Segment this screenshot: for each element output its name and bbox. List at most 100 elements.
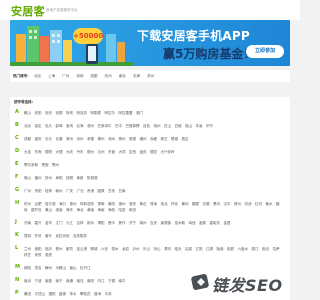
hot-city-link[interactable]: 深圳 [76,74,83,78]
city-link[interactable]: 大庆 [66,150,73,154]
city-link[interactable]: 合肥 [35,202,42,206]
city-link[interactable]: 楚雄 [171,137,178,141]
city-link[interactable]: 喀什 [45,234,52,238]
city-link[interactable]: 九江 [66,221,73,225]
city-link[interactable]: 安阳 [35,111,42,115]
app-download-banner[interactable]: +50000 下载安居客手机APP 赢5万购房基金！ 立即参加 [10,20,290,66]
city-link[interactable]: 贵港 [87,189,94,193]
hot-city-link[interactable]: 成都 [91,74,98,78]
city-link[interactable]: 安庆 [45,111,52,115]
city-link[interactable]: 开封 [35,234,42,238]
city-link[interactable]: 抚州 [45,176,52,180]
city-link[interactable]: 贺州 [234,202,241,206]
city-link[interactable]: 攀枝花 [80,292,91,296]
city-link[interactable]: 呼和浩特 [80,202,94,206]
city-link[interactable]: 郴州 [98,137,105,141]
city-link[interactable]: 阿克苏 [77,111,88,115]
city-link[interactable]: 金昌 [224,221,231,225]
hot-city-link[interactable]: 广州 [62,74,69,78]
city-link[interactable]: 广安 [66,189,73,193]
city-link[interactable]: 南昌 [45,279,52,283]
city-link[interactable]: 巴音郭楞 [126,124,140,128]
city-link[interactable]: 南充 [77,279,84,283]
city-link[interactable]: 怀化 [171,202,178,206]
city-link[interactable]: 黑河 [213,202,220,206]
city-link[interactable]: 丽水 [112,247,119,251]
city-link[interactable]: 白城 [175,124,182,128]
city-link[interactable]: 盘锦 [59,292,66,296]
city-link[interactable]: 长春 [56,137,63,141]
city-link[interactable]: 景德镇 [161,221,172,225]
city-link[interactable]: 本溪 [196,124,203,128]
city-link[interactable]: 梅州 [45,266,52,270]
city-link[interactable]: 兰州 [24,247,31,251]
city-link[interactable]: 福州 [35,176,42,180]
city-link[interactable]: 眉山 [70,266,77,270]
city-link[interactable]: 蚌埠 [56,124,63,128]
city-link[interactable]: 六安 [101,247,108,251]
city-link[interactable]: 乐山 [143,247,150,251]
city-link[interactable]: 北京 [24,124,31,128]
city-link[interactable]: 阿勒泰 [91,111,102,115]
city-link[interactable]: 临沂 [45,247,52,251]
city-link[interactable]: 廊坊 [66,247,73,251]
city-link[interactable]: 安顺 [56,111,63,115]
hot-city-link[interactable]: 南京 [119,74,126,78]
city-link[interactable]: 马鞍山 [56,266,67,270]
city-link[interactable]: 常德 [129,137,136,141]
city-link[interactable]: 宝鸡 [66,124,73,128]
city-link[interactable]: 海北 [77,208,84,212]
city-link[interactable]: 河池 [245,202,252,206]
city-link[interactable]: 红河 [255,202,262,206]
city-link[interactable]: 临汾 [175,247,182,251]
city-link[interactable]: 定西 [129,150,136,154]
city-link[interactable]: 娄底 [45,253,52,257]
city-link[interactable]: 黄冈 [182,202,189,206]
city-link[interactable]: 抚顺 [66,176,73,180]
city-link[interactable]: 南宁 [56,279,63,283]
city-link[interactable]: 常州 [66,137,73,141]
city-link[interactable]: 平凉 [105,292,112,296]
city-link[interactable]: 南京 [24,279,31,283]
city-link[interactable]: 鄂尔多斯 [24,163,38,167]
city-link[interactable]: 亳州 [154,124,161,128]
city-link[interactable]: 惠州 [70,202,77,206]
city-link[interactable]: 大理 [56,150,63,154]
city-link[interactable]: 海南 [98,208,105,212]
city-link[interactable]: 河源 [203,202,210,206]
city-link[interactable]: 崇左 [161,137,168,141]
city-link[interactable]: 宁德 [108,279,115,283]
city-link[interactable]: 牡丹江 [80,266,91,270]
city-link[interactable]: 洛阳 [35,247,42,251]
city-link[interactable]: 承德 [87,137,94,141]
city-link[interactable]: 佳木斯 [175,221,186,225]
city-link[interactable]: 漯河 [164,247,171,251]
city-link[interactable]: 赣州 [56,189,63,193]
city-link[interactable]: 江门 [56,221,63,225]
city-link[interactable]: 杭州 [24,202,31,206]
city-link[interactable]: 酒泉 [199,221,206,225]
city-link[interactable]: 德宏 [150,150,157,154]
city-link[interactable]: 固原 [98,189,105,193]
site-logo[interactable]: 安居客 [11,3,45,19]
city-link[interactable]: 黄山 [45,208,52,212]
city-link[interactable]: 巴中 [115,124,122,128]
city-link[interactable]: 锦州 [140,221,147,225]
city-link[interactable]: 来宾 [35,253,42,257]
city-link[interactable]: 潮州 [140,137,147,141]
city-link[interactable]: 保山 [185,124,192,128]
city-link[interactable]: 南平 [119,279,126,283]
city-link[interactable]: 宁波 [35,279,42,283]
city-link[interactable]: 哈密 [119,208,126,212]
city-link[interactable]: 吉安 [150,221,157,225]
city-link[interactable]: 淮北 [161,202,168,206]
city-link[interactable]: 大同 [119,150,126,154]
city-link[interactable]: 广州 [24,189,31,193]
city-link[interactable]: 阿拉尔 [105,111,116,115]
city-link[interactable]: 辽阳 [196,247,203,251]
city-link[interactable]: 白山 [164,124,171,128]
city-link[interactable]: 荆州 [87,221,94,225]
city-link[interactable]: 六盘水 [238,247,249,251]
city-link[interactable]: 赤峰 [150,137,157,141]
city-link[interactable]: 阿拉善盟 [119,111,133,115]
